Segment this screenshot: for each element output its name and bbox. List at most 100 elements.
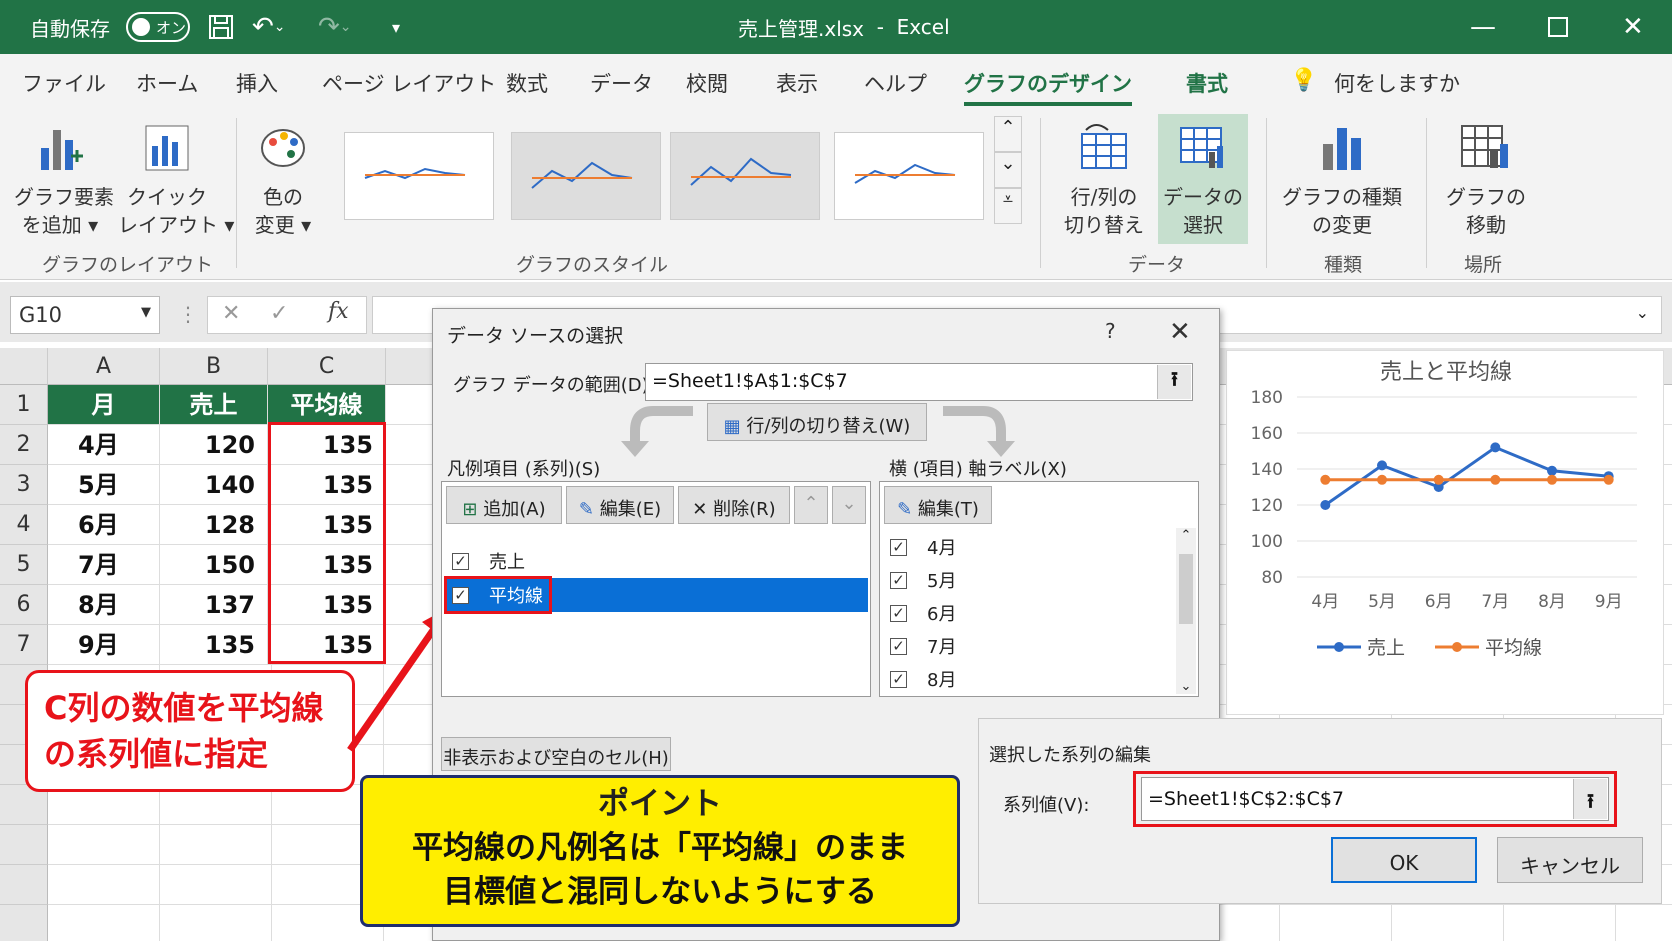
- tab-page-layout[interactable]: ページ レイアウト: [322, 68, 496, 98]
- line-chart[interactable]: 売上と平均線 80 100 120 140 160 180 4月 5月 6月 7月 8月 9月 売上 平均線: [1226, 350, 1664, 715]
- move-down-icon[interactable]: ⌄: [832, 486, 866, 524]
- axis-item[interactable]: ✓ 4月: [882, 530, 956, 564]
- save-icon[interactable]: [208, 0, 234, 54]
- axis-item[interactable]: ✓ 6月: [882, 596, 956, 630]
- tab-file[interactable]: ファイル: [22, 68, 106, 98]
- move-up-icon[interactable]: ⌃: [794, 486, 828, 524]
- tell-me-search[interactable]: 何をしますか: [1334, 68, 1460, 98]
- empty-cell[interactable]: [1392, 905, 1504, 941]
- row-header[interactable]: [0, 905, 48, 941]
- row-header[interactable]: [0, 825, 48, 865]
- axis-item[interactable]: ✓ 7月: [882, 629, 956, 663]
- axis-item[interactable]: ✓ 8月: [882, 662, 956, 696]
- checkbox-icon[interactable]: ✓: [890, 604, 907, 622]
- header-cell[interactable]: 平均線: [268, 385, 386, 425]
- checkbox-icon[interactable]: ✓: [890, 538, 907, 556]
- autosave-toggle[interactable]: オン: [126, 12, 190, 42]
- scroll-down-icon[interactable]: ⌄: [1176, 679, 1196, 694]
- cancel-button[interactable]: キャンセル: [1497, 837, 1643, 883]
- table-cell[interactable]: 5月: [48, 465, 160, 505]
- row-header[interactable]: 6: [0, 585, 48, 625]
- tab-view[interactable]: 表示: [776, 68, 818, 98]
- table-cell[interactable]: 135: [160, 625, 268, 665]
- name-box[interactable]: G10 ▼: [10, 296, 160, 334]
- axis-item[interactable]: ✓ 5月: [882, 563, 956, 597]
- undo-icon[interactable]: ↶ ⌄: [252, 0, 286, 54]
- header-cell[interactable]: 売上: [160, 385, 268, 425]
- table-cell[interactable]: 140: [160, 465, 268, 505]
- close-icon[interactable]: ✕: [1622, 0, 1644, 54]
- select-all-corner[interactable]: [0, 348, 48, 385]
- switch-row-column-button[interactable]: 行/列の 切り替え: [1058, 120, 1150, 239]
- change-colors-button[interactable]: 色の 変更 ▾: [246, 120, 320, 239]
- empty-cell[interactable]: [48, 825, 160, 865]
- empty-cell[interactable]: [160, 905, 272, 941]
- row-header[interactable]: 5: [0, 545, 48, 585]
- empty-cell[interactable]: [1616, 905, 1672, 941]
- chart-style-4[interactable]: [834, 132, 984, 220]
- tab-home[interactable]: ホーム: [136, 68, 198, 98]
- empty-cell[interactable]: [1280, 905, 1392, 941]
- redo-icon[interactable]: ↷ ⌄: [318, 0, 352, 54]
- range-picker-icon[interactable]: ⭱: [1157, 365, 1191, 399]
- scroll-thumb[interactable]: [1179, 554, 1193, 624]
- table-cell[interactable]: 8月: [48, 585, 160, 625]
- select-data-button[interactable]: データの 選択: [1158, 114, 1248, 244]
- row-header[interactable]: 4: [0, 505, 48, 545]
- maximize-icon[interactable]: [1548, 0, 1568, 54]
- axis-list-scrollbar[interactable]: ⌃ ⌄: [1176, 528, 1196, 694]
- empty-cell[interactable]: [48, 905, 160, 941]
- empty-cell[interactable]: [1504, 905, 1616, 941]
- tab-help[interactable]: ヘルプ: [864, 68, 927, 98]
- tab-format[interactable]: 書式: [1186, 68, 1228, 98]
- minimize-icon[interactable]: —: [1470, 0, 1496, 54]
- name-box-dropdown-icon[interactable]: ▼: [141, 305, 151, 320]
- tab-data[interactable]: データ: [590, 68, 653, 98]
- table-cell[interactable]: 128: [160, 505, 268, 545]
- row-header[interactable]: 3: [0, 465, 48, 505]
- scroll-up-icon[interactable]: ⌃: [1176, 528, 1196, 543]
- series-item-sales[interactable]: ✓ 売上: [444, 544, 868, 578]
- delete-series-button[interactable]: ✕ 削除(R): [678, 486, 790, 524]
- switch-row-column-dialog-button[interactable]: ▦ 行/列の切り替え(W): [707, 403, 927, 441]
- tab-review[interactable]: 校閲: [686, 68, 728, 98]
- table-cell[interactable]: 6月: [48, 505, 160, 545]
- header-cell[interactable]: 月: [48, 385, 160, 425]
- chart-style-2[interactable]: [511, 132, 661, 220]
- col-header-a[interactable]: A: [48, 348, 160, 385]
- formula-expand-icon[interactable]: ⌄: [1636, 303, 1649, 322]
- empty-cell[interactable]: [160, 825, 272, 865]
- table-cell[interactable]: 150: [160, 545, 268, 585]
- styles-scroll-up-icon[interactable]: ⌃: [994, 116, 1022, 152]
- row-header[interactable]: [0, 865, 48, 905]
- help-icon[interactable]: ?: [1105, 319, 1116, 343]
- tab-formulas[interactable]: 数式: [506, 68, 548, 98]
- tab-chart-design[interactable]: グラフのデザイン: [964, 68, 1132, 106]
- tab-insert[interactable]: 挿入: [236, 68, 278, 98]
- customize-qat-icon[interactable]: ▾: [392, 0, 400, 54]
- hidden-empty-cells-button[interactable]: 非表示および空白のセル(H): [441, 737, 671, 771]
- add-chart-element-button[interactable]: グラフ要素 を追加 ▾: [14, 120, 114, 239]
- empty-cell[interactable]: [160, 865, 272, 905]
- checkbox-icon[interactable]: ✓: [890, 571, 907, 589]
- checkbox-icon[interactable]: ✓: [890, 637, 907, 655]
- row-header[interactable]: 2: [0, 425, 48, 465]
- edit-series-button[interactable]: ✎ 編集(E): [566, 486, 674, 524]
- checkbox-icon[interactable]: ✓: [452, 552, 469, 570]
- row-header[interactable]: 1: [0, 385, 48, 425]
- quick-layout-button[interactable]: クイック レイアウト ▾: [118, 120, 234, 239]
- table-cell[interactable]: 7月: [48, 545, 160, 585]
- table-cell[interactable]: 9月: [48, 625, 160, 665]
- chart-style-3[interactable]: [670, 132, 820, 220]
- table-cell[interactable]: 4月: [48, 425, 160, 465]
- chart-range-input[interactable]: =Sheet1!$A$1:$C$7 ⭱: [645, 363, 1193, 401]
- empty-cell[interactable]: [48, 865, 160, 905]
- ok-button[interactable]: OK: [1331, 837, 1477, 883]
- move-chart-button[interactable]: グラフの 移動: [1444, 120, 1528, 239]
- insert-function-icon[interactable]: fx: [328, 299, 349, 324]
- enter-icon[interactable]: ✓: [270, 301, 288, 326]
- col-header-c[interactable]: C: [268, 348, 386, 385]
- styles-more-icon[interactable]: ⩡: [994, 188, 1022, 224]
- change-chart-type-button[interactable]: グラフの種類 の変更: [1280, 120, 1404, 239]
- dialog-close-icon[interactable]: ✕: [1169, 317, 1191, 347]
